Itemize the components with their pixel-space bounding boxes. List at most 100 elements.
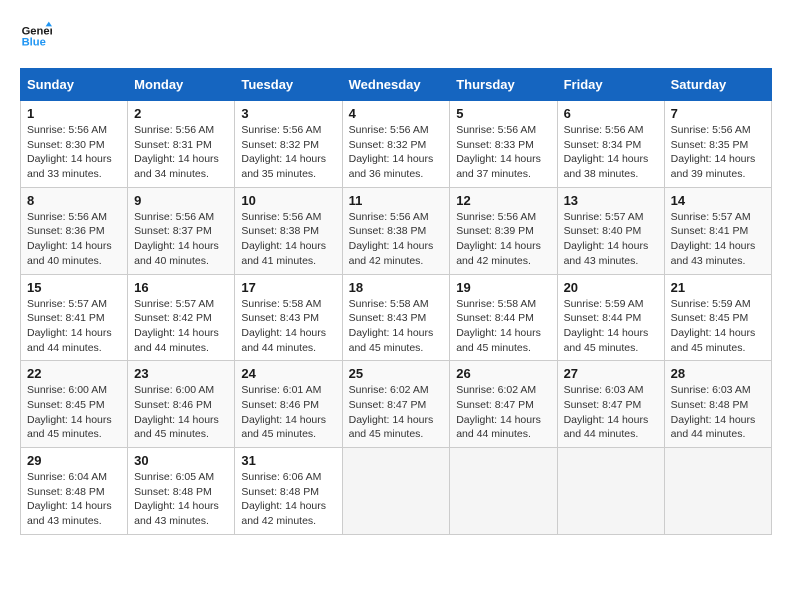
calendar-cell: 2 Sunrise: 5:56 AMSunset: 8:31 PMDayligh… [128, 101, 235, 188]
day-number: 8 [27, 193, 121, 208]
day-number: 24 [241, 366, 335, 381]
header-thursday: Thursday [450, 69, 557, 101]
day-detail: Sunrise: 5:58 AMSunset: 8:43 PMDaylight:… [241, 298, 326, 354]
day-number: 31 [241, 453, 335, 468]
day-number: 29 [27, 453, 121, 468]
day-detail: Sunrise: 5:56 AMSunset: 8:35 PMDaylight:… [671, 124, 756, 180]
calendar-cell: 16 Sunrise: 5:57 AMSunset: 8:42 PMDaylig… [128, 274, 235, 361]
calendar-cell: 6 Sunrise: 5:56 AMSunset: 8:34 PMDayligh… [557, 101, 664, 188]
calendar-cell: 26 Sunrise: 6:02 AMSunset: 8:47 PMDaylig… [450, 361, 557, 448]
svg-text:Blue: Blue [22, 37, 46, 49]
calendar-cell: 29 Sunrise: 6:04 AMSunset: 8:48 PMDaylig… [21, 448, 128, 535]
header-monday: Monday [128, 69, 235, 101]
day-detail: Sunrise: 5:56 AMSunset: 8:33 PMDaylight:… [456, 124, 541, 180]
day-detail: Sunrise: 5:56 AMSunset: 8:39 PMDaylight:… [456, 211, 541, 267]
day-number: 30 [134, 453, 228, 468]
calendar-cell: 27 Sunrise: 6:03 AMSunset: 8:47 PMDaylig… [557, 361, 664, 448]
day-detail: Sunrise: 5:57 AMSunset: 8:41 PMDaylight:… [27, 298, 112, 354]
day-detail: Sunrise: 5:59 AMSunset: 8:45 PMDaylight:… [671, 298, 756, 354]
day-number: 19 [456, 280, 550, 295]
calendar-cell: 14 Sunrise: 5:57 AMSunset: 8:41 PMDaylig… [664, 187, 771, 274]
calendar-cell [664, 448, 771, 535]
day-detail: Sunrise: 6:00 AMSunset: 8:46 PMDaylight:… [134, 384, 219, 440]
calendar-cell: 4 Sunrise: 5:56 AMSunset: 8:32 PMDayligh… [342, 101, 450, 188]
day-detail: Sunrise: 5:56 AMSunset: 8:30 PMDaylight:… [27, 124, 112, 180]
day-number: 4 [349, 106, 444, 121]
calendar-cell: 17 Sunrise: 5:58 AMSunset: 8:43 PMDaylig… [235, 274, 342, 361]
calendar-cell: 25 Sunrise: 6:02 AMSunset: 8:47 PMDaylig… [342, 361, 450, 448]
day-detail: Sunrise: 6:02 AMSunset: 8:47 PMDaylight:… [349, 384, 434, 440]
calendar-cell: 31 Sunrise: 6:06 AMSunset: 8:48 PMDaylig… [235, 448, 342, 535]
calendar-cell: 28 Sunrise: 6:03 AMSunset: 8:48 PMDaylig… [664, 361, 771, 448]
day-detail: Sunrise: 6:00 AMSunset: 8:45 PMDaylight:… [27, 384, 112, 440]
calendar-cell [557, 448, 664, 535]
day-number: 23 [134, 366, 228, 381]
day-detail: Sunrise: 5:56 AMSunset: 8:38 PMDaylight:… [241, 211, 326, 267]
calendar-cell: 1 Sunrise: 5:56 AMSunset: 8:30 PMDayligh… [21, 101, 128, 188]
header-wednesday: Wednesday [342, 69, 450, 101]
day-detail: Sunrise: 6:02 AMSunset: 8:47 PMDaylight:… [456, 384, 541, 440]
day-detail: Sunrise: 5:57 AMSunset: 8:41 PMDaylight:… [671, 211, 756, 267]
day-detail: Sunrise: 5:58 AMSunset: 8:44 PMDaylight:… [456, 298, 541, 354]
day-detail: Sunrise: 6:04 AMSunset: 8:48 PMDaylight:… [27, 471, 112, 527]
day-number: 18 [349, 280, 444, 295]
day-detail: Sunrise: 5:56 AMSunset: 8:34 PMDaylight:… [564, 124, 649, 180]
day-detail: Sunrise: 5:56 AMSunset: 8:36 PMDaylight:… [27, 211, 112, 267]
calendar-cell: 5 Sunrise: 5:56 AMSunset: 8:33 PMDayligh… [450, 101, 557, 188]
day-detail: Sunrise: 5:57 AMSunset: 8:42 PMDaylight:… [134, 298, 219, 354]
day-detail: Sunrise: 5:56 AMSunset: 8:32 PMDaylight:… [241, 124, 326, 180]
calendar-cell: 15 Sunrise: 5:57 AMSunset: 8:41 PMDaylig… [21, 274, 128, 361]
day-detail: Sunrise: 6:05 AMSunset: 8:48 PMDaylight:… [134, 471, 219, 527]
calendar-table: SundayMondayTuesdayWednesdayThursdayFrid… [20, 68, 772, 535]
header-friday: Friday [557, 69, 664, 101]
day-number: 9 [134, 193, 228, 208]
calendar-cell: 7 Sunrise: 5:56 AMSunset: 8:35 PMDayligh… [664, 101, 771, 188]
day-detail: Sunrise: 6:01 AMSunset: 8:46 PMDaylight:… [241, 384, 326, 440]
day-detail: Sunrise: 6:03 AMSunset: 8:48 PMDaylight:… [671, 384, 756, 440]
calendar-cell: 18 Sunrise: 5:58 AMSunset: 8:43 PMDaylig… [342, 274, 450, 361]
day-number: 25 [349, 366, 444, 381]
day-number: 17 [241, 280, 335, 295]
day-detail: Sunrise: 5:56 AMSunset: 8:31 PMDaylight:… [134, 124, 219, 180]
day-number: 10 [241, 193, 335, 208]
day-number: 3 [241, 106, 335, 121]
day-number: 1 [27, 106, 121, 121]
calendar-cell: 11 Sunrise: 5:56 AMSunset: 8:38 PMDaylig… [342, 187, 450, 274]
calendar-cell: 21 Sunrise: 5:59 AMSunset: 8:45 PMDaylig… [664, 274, 771, 361]
day-number: 15 [27, 280, 121, 295]
logo-icon: General Blue [20, 20, 52, 52]
day-detail: Sunrise: 5:56 AMSunset: 8:32 PMDaylight:… [349, 124, 434, 180]
day-number: 26 [456, 366, 550, 381]
calendar-week-4: 22 Sunrise: 6:00 AMSunset: 8:45 PMDaylig… [21, 361, 772, 448]
day-number: 2 [134, 106, 228, 121]
logo: General Blue [20, 20, 52, 52]
header-sunday: Sunday [21, 69, 128, 101]
day-number: 12 [456, 193, 550, 208]
calendar-header-row: SundayMondayTuesdayWednesdayThursdayFrid… [21, 69, 772, 101]
day-number: 5 [456, 106, 550, 121]
calendar-week-1: 1 Sunrise: 5:56 AMSunset: 8:30 PMDayligh… [21, 101, 772, 188]
day-number: 27 [564, 366, 658, 381]
header-saturday: Saturday [664, 69, 771, 101]
calendar-cell: 9 Sunrise: 5:56 AMSunset: 8:37 PMDayligh… [128, 187, 235, 274]
page-header: General Blue [20, 20, 772, 52]
calendar-cell: 30 Sunrise: 6:05 AMSunset: 8:48 PMDaylig… [128, 448, 235, 535]
calendar-week-5: 29 Sunrise: 6:04 AMSunset: 8:48 PMDaylig… [21, 448, 772, 535]
calendar-cell: 23 Sunrise: 6:00 AMSunset: 8:46 PMDaylig… [128, 361, 235, 448]
calendar-cell [450, 448, 557, 535]
day-number: 22 [27, 366, 121, 381]
day-number: 20 [564, 280, 658, 295]
day-number: 28 [671, 366, 765, 381]
calendar-cell [342, 448, 450, 535]
calendar-cell: 19 Sunrise: 5:58 AMSunset: 8:44 PMDaylig… [450, 274, 557, 361]
day-detail: Sunrise: 5:56 AMSunset: 8:37 PMDaylight:… [134, 211, 219, 267]
calendar-week-2: 8 Sunrise: 5:56 AMSunset: 8:36 PMDayligh… [21, 187, 772, 274]
day-detail: Sunrise: 6:03 AMSunset: 8:47 PMDaylight:… [564, 384, 649, 440]
day-detail: Sunrise: 5:57 AMSunset: 8:40 PMDaylight:… [564, 211, 649, 267]
calendar-cell: 24 Sunrise: 6:01 AMSunset: 8:46 PMDaylig… [235, 361, 342, 448]
day-number: 16 [134, 280, 228, 295]
calendar-week-3: 15 Sunrise: 5:57 AMSunset: 8:41 PMDaylig… [21, 274, 772, 361]
day-number: 13 [564, 193, 658, 208]
day-number: 7 [671, 106, 765, 121]
header-tuesday: Tuesday [235, 69, 342, 101]
